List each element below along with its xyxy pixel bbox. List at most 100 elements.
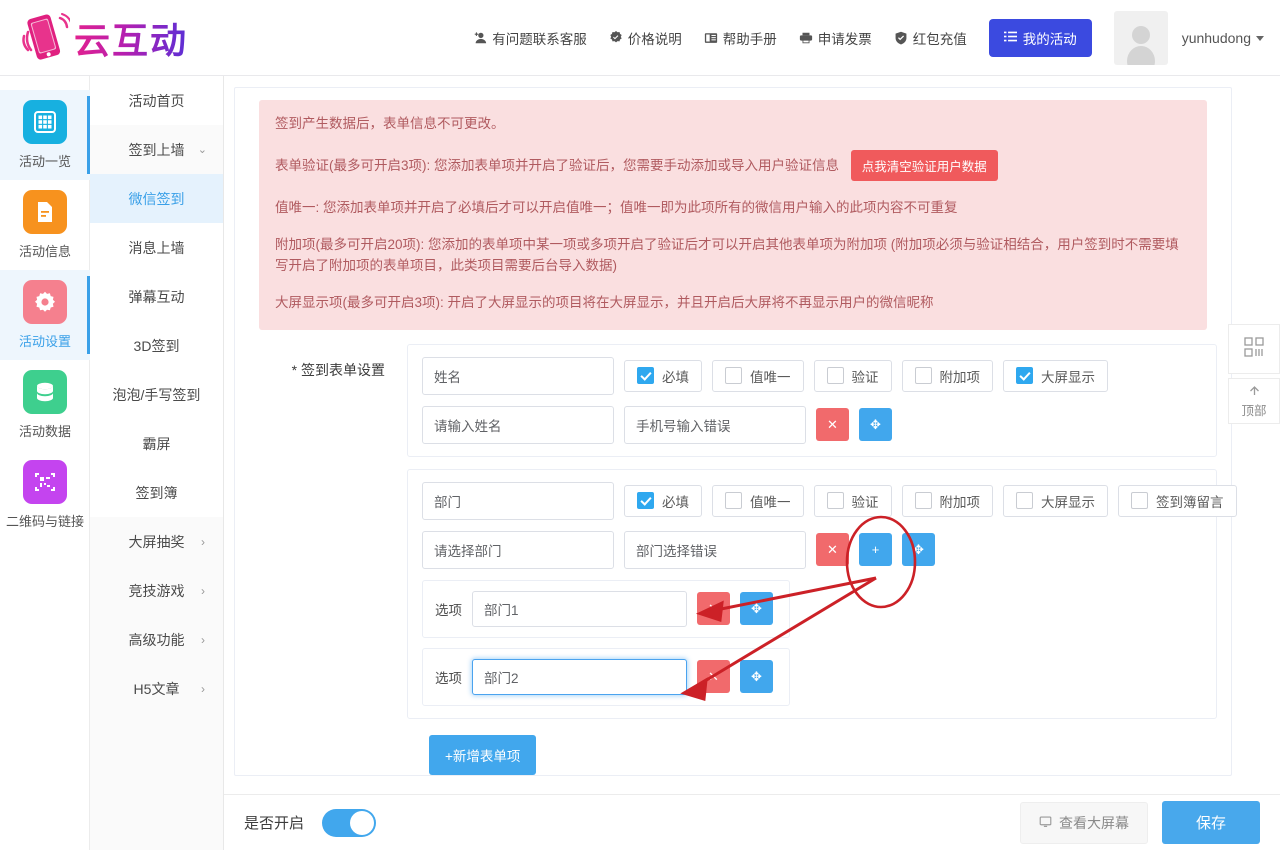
checkbox-verify[interactable]: 验证 bbox=[813, 484, 892, 517]
sidebar-group-big-screen-lottery[interactable]: 大屏抽奖 › bbox=[90, 517, 223, 566]
chevron-down-icon: ⌄ bbox=[197, 144, 207, 156]
checkbox-unique[interactable]: 值唯一 bbox=[712, 484, 804, 517]
notice-line-2: 表单验证(最多可开启3项): 您添加表单项并开启了验证后，您需要手动添加或导入用… bbox=[275, 149, 1191, 182]
checkbox-required[interactable]: 必填 bbox=[624, 484, 702, 517]
sidebar-item-danmaku[interactable]: 弹幕互动 bbox=[90, 272, 223, 321]
delete-button[interactable]: ✕ bbox=[816, 408, 849, 442]
rail-item-activity-data[interactable]: 活动数据 bbox=[0, 360, 90, 450]
sidebar-item-screen-dominate[interactable]: 霸屏 bbox=[90, 419, 223, 468]
sidebar-item-bubble-handwrite[interactable]: 泡泡/手写签到 bbox=[90, 370, 223, 419]
move-button[interactable]: ✥ bbox=[859, 408, 892, 442]
float-qrcode-button[interactable] bbox=[1228, 324, 1280, 374]
rail-item-activity-list[interactable]: 活动一览 bbox=[0, 90, 90, 180]
nav-help-manual[interactable]: 帮助手册 bbox=[704, 28, 777, 48]
checkbox-signin-book-message[interactable]: 签到簿留言 bbox=[1118, 484, 1237, 517]
checkbox-label: 验证 bbox=[851, 494, 879, 510]
nav-label: 价格说明 bbox=[627, 31, 682, 47]
form-settings-area: * 签到表单设置 必填 bbox=[235, 330, 1237, 775]
my-activity-button[interactable]: 我的活动 bbox=[988, 18, 1092, 57]
sidebar-item-3d-signin[interactable]: 3D签到 bbox=[90, 321, 223, 370]
checkbox-required[interactable]: 必填 bbox=[624, 359, 702, 392]
option-move-button[interactable]: ✥ bbox=[740, 660, 773, 694]
float-back-to-top-button[interactable]: 顶部 bbox=[1228, 378, 1280, 424]
delete-button[interactable]: ✕ bbox=[816, 533, 849, 567]
chevron-down-icon bbox=[1256, 36, 1264, 42]
checkbox-mark bbox=[1016, 492, 1033, 510]
option-delete-button[interactable]: ✕ bbox=[697, 592, 730, 626]
view-big-screen-label: 查看大屏幕 bbox=[1058, 814, 1129, 831]
form-item-error-input[interactable] bbox=[624, 530, 806, 569]
rail-item-activity-settings[interactable]: 活动设置 bbox=[0, 270, 90, 360]
enable-toggle[interactable] bbox=[322, 808, 377, 837]
form-item-placeholder-input[interactable] bbox=[422, 530, 614, 569]
move-button[interactable]: ✥ bbox=[902, 533, 935, 567]
checkbox-bigscreen[interactable]: 大屏显示 bbox=[1003, 359, 1108, 392]
checkbox-verify[interactable]: 验证 bbox=[813, 359, 892, 392]
add-form-item-button[interactable]: +新增表单项 bbox=[429, 734, 537, 775]
save-button[interactable]: 保存 bbox=[1161, 801, 1260, 844]
rail-item-qrcode-links[interactable]: 二维码与链接 bbox=[0, 450, 90, 540]
nav-label: 申请发票 bbox=[817, 31, 872, 47]
add-option-button[interactable]: + bbox=[859, 533, 892, 567]
sidebar-item-label: 竞技游戏 bbox=[128, 582, 185, 599]
form-item-error-input[interactable] bbox=[624, 405, 806, 444]
sidebar-item-message-wall[interactable]: 消息上墙 bbox=[90, 223, 223, 272]
checkbox-extra[interactable]: 附加项 bbox=[901, 484, 993, 517]
option-move-button[interactable]: ✥ bbox=[740, 592, 773, 626]
sidebar-item-label: 活动首页 bbox=[128, 92, 185, 109]
rail-item-activity-info[interactable]: 活动信息 bbox=[0, 180, 90, 270]
sidebar-group-advanced-features[interactable]: 高级功能 › bbox=[90, 615, 223, 664]
sidebar-item-label: 霸屏 bbox=[142, 435, 171, 452]
avatar[interactable] bbox=[1113, 10, 1168, 65]
checkbox-bigscreen[interactable]: 大屏显示 bbox=[1003, 484, 1108, 517]
sidebar-item-label: 弹幕互动 bbox=[128, 288, 185, 305]
view-big-screen-button[interactable]: 查看大屏幕 bbox=[1019, 801, 1148, 844]
form-item-placeholder-input[interactable] bbox=[422, 405, 614, 444]
sidebar-group-competitive-games[interactable]: 竞技游戏 › bbox=[90, 566, 223, 615]
qrcode-small-icon bbox=[1243, 336, 1265, 363]
printer-icon bbox=[799, 31, 813, 45]
sidebar-item-signin-book[interactable]: 签到簿 bbox=[90, 468, 223, 517]
nav-apply-invoice[interactable]: 申请发票 bbox=[799, 28, 872, 48]
nav-label: 红包充值 bbox=[912, 31, 967, 47]
brand-logo[interactable]: 云互动 bbox=[18, 10, 188, 66]
nav-contact-support[interactable]: 有问题联系客服 bbox=[473, 28, 587, 48]
option-delete-button[interactable]: ✕ bbox=[697, 660, 730, 694]
option-row: 选项 ✕ ✥ bbox=[422, 579, 790, 638]
page-header: 云互动 有问题联系客服 价格说明 帮助手册 申请发票 红包充值 我的活动 yun… bbox=[0, 0, 1280, 76]
option-value-input[interactable] bbox=[472, 590, 687, 627]
sidebar-item-activity-home[interactable]: 活动首页 bbox=[90, 76, 223, 125]
database-icon bbox=[23, 370, 67, 414]
sidebar-item-label: 微信签到 bbox=[128, 190, 185, 207]
footer-bar: 是否开启 查看大屏幕 保存 bbox=[224, 794, 1280, 850]
badge-check-icon bbox=[609, 30, 623, 45]
qrcode-icon bbox=[23, 460, 67, 504]
sidebar-item-label: 3D签到 bbox=[133, 337, 180, 354]
nav-redpacket-recharge[interactable]: 红包充值 bbox=[894, 28, 967, 48]
nav-price-info[interactable]: 价格说明 bbox=[609, 28, 682, 48]
form-item-name-input[interactable] bbox=[422, 356, 614, 395]
user-menu[interactable]: yunhudong bbox=[1182, 30, 1264, 46]
checkbox-mark bbox=[826, 367, 844, 385]
form-item-name-input[interactable] bbox=[422, 481, 614, 520]
option-value-input[interactable] bbox=[472, 658, 687, 695]
sidebar-item-wechat-signin[interactable]: 微信签到 bbox=[90, 174, 223, 223]
rail-label: 活动数据 bbox=[18, 424, 71, 439]
checkbox-label: 大屏显示 bbox=[1041, 369, 1095, 385]
enable-label: 是否开启 bbox=[244, 815, 305, 832]
sidebar-group-signin-wall[interactable]: 签到上墙 ⌄ bbox=[90, 125, 223, 174]
sidebar-group-h5-article[interactable]: H5文章 › bbox=[90, 664, 223, 713]
notice-line-5: 大屏显示项(最多可开启3项): 开启了大屏显示的项目将在大屏显示，并且开启后大屏… bbox=[275, 294, 934, 310]
form-item-card: 必填 值唯一 验证 bbox=[407, 343, 1217, 457]
checkbox-label: 必填 bbox=[662, 494, 689, 510]
checkbox-mark bbox=[725, 367, 742, 385]
rail-label: 活动信息 bbox=[18, 244, 71, 259]
chevron-right-icon: › bbox=[201, 681, 205, 696]
checkbox-label: 附加项 bbox=[939, 369, 981, 385]
checkbox-extra[interactable]: 附加项 bbox=[901, 359, 993, 392]
username-label: yunhudong bbox=[1181, 29, 1251, 46]
clear-verified-users-button[interactable]: 点我清空验证用户数据 bbox=[850, 149, 998, 181]
sidebar-item-label: 泡泡/手写签到 bbox=[112, 386, 201, 403]
checkbox-unique[interactable]: 值唯一 bbox=[712, 359, 804, 392]
secondary-sidebar: 活动首页 签到上墙 ⌄ 微信签到 消息上墙 弹幕互动 3D签到 泡泡/手写签到 … bbox=[90, 76, 224, 850]
